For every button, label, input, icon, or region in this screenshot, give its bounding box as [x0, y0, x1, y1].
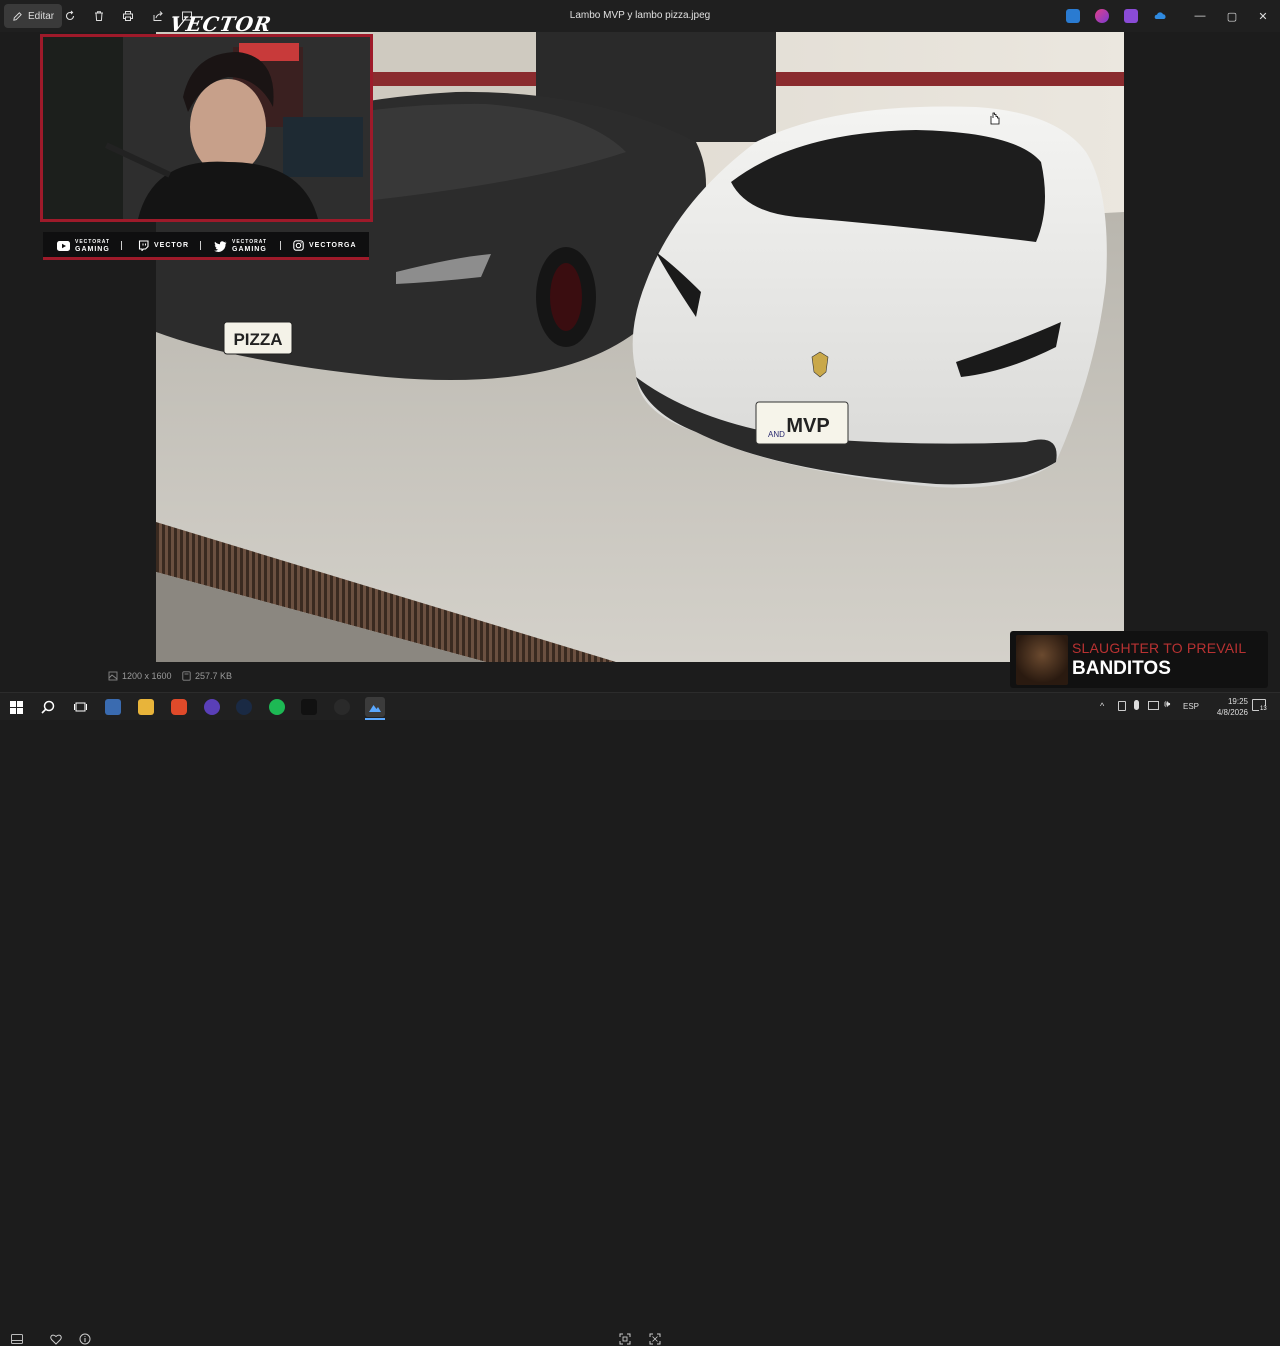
- channel-logo: VECTOR: [167, 12, 274, 36]
- start-windows-icon[interactable]: [8, 699, 24, 715]
- full-screen-icon[interactable]: [648, 1332, 662, 1346]
- print-icon[interactable]: [120, 8, 136, 24]
- app-icon-red-circle[interactable]: [334, 699, 350, 715]
- twitch-icon: [138, 240, 149, 251]
- social-youtube-line2: GAMING: [75, 246, 110, 253]
- social-instagram: VECTORGA: [293, 240, 357, 251]
- now-playing-track: BANDITOS: [1072, 658, 1171, 679]
- brave-browser-icon[interactable]: [171, 699, 187, 715]
- minimize-button[interactable]: —: [1190, 6, 1210, 26]
- fit-to-window-icon[interactable]: [618, 1332, 632, 1346]
- share-icon[interactable]: [150, 8, 166, 24]
- photos-app-icon[interactable]: [365, 697, 385, 717]
- image-dimensions-text: 1200 x 1600: [122, 671, 172, 681]
- maximize-button[interactable]: ▢: [1222, 6, 1242, 26]
- twitter-icon: [214, 240, 227, 252]
- social-twitch-label: VECTOR: [154, 242, 190, 249]
- search-icon[interactable]: [40, 699, 56, 715]
- plate-right-country: AND: [768, 430, 785, 439]
- social-twitter-line1: VECTORAT: [232, 239, 268, 245]
- now-playing-widget: SLAUGHTER TO PREVAIL BANDITOS: [1010, 631, 1268, 688]
- file-explorer-icon[interactable]: [138, 699, 154, 715]
- steam-icon[interactable]: [236, 699, 252, 715]
- youtube-icon: [57, 241, 70, 251]
- network-icon[interactable]: [1148, 701, 1159, 710]
- social-twitch: VECTOR: [138, 240, 189, 251]
- task-view-icon[interactable]: [72, 699, 88, 715]
- album-art: [1016, 635, 1068, 685]
- plate-right-text: MVP: [786, 415, 829, 437]
- app-icon-desktop[interactable]: [105, 699, 121, 715]
- pencil-icon: [13, 11, 22, 21]
- social-instagram-label: VECTORGA: [309, 242, 357, 249]
- microphone-icon[interactable]: [1134, 700, 1139, 710]
- social-bar: VECTORAT GAMING VECTOR VECTORAT GAMING V…: [43, 232, 369, 260]
- language-indicator[interactable]: ESP: [1183, 702, 1199, 711]
- cloud-icon[interactable]: [1153, 9, 1167, 23]
- image-dimensions: 1200 x 1600: [108, 671, 172, 681]
- close-button[interactable]: ✕: [1253, 6, 1273, 26]
- copilot-icon[interactable]: [1095, 9, 1109, 23]
- clock-time: 19:25: [1227, 697, 1248, 706]
- spotify-icon[interactable]: [269, 699, 285, 715]
- info-icon[interactable]: [78, 1332, 92, 1346]
- rotate-icon[interactable]: [62, 8, 78, 24]
- social-youtube-line1: VECTORAT: [75, 239, 111, 245]
- app-icon-dark[interactable]: [301, 699, 317, 715]
- social-twitter-line2: GAMING: [232, 246, 267, 253]
- edit-button[interactable]: Editar: [4, 4, 63, 28]
- taskbar: ^ 🕪 ESP 19:25 4/8/2026 13: [0, 692, 1280, 720]
- image-size-icon: [108, 671, 118, 681]
- app-icon-circle[interactable]: [204, 699, 220, 715]
- volume-icon[interactable]: 🕪: [1164, 699, 1170, 710]
- notification-count: 13: [1259, 706, 1268, 712]
- favorite-heart-icon[interactable]: [49, 1332, 63, 1346]
- now-playing-artist: SLAUGHTER TO PREVAIL: [1072, 640, 1247, 656]
- file-size-text: 257.7 KB: [195, 671, 233, 681]
- social-twitter: VECTORAT GAMING: [214, 239, 267, 253]
- app-icon-blue[interactable]: [1066, 9, 1080, 23]
- edit-button-label: Editar: [28, 10, 55, 22]
- webcam-overlay: [40, 34, 373, 222]
- tray-overflow-icon[interactable]: ^: [1100, 701, 1104, 711]
- social-youtube: VECTORAT GAMING: [57, 239, 110, 253]
- plate-left-text: PIZZA: [233, 330, 282, 349]
- app-icon-purple[interactable]: [1124, 9, 1138, 23]
- clock-date: 4/8/2026: [1216, 708, 1248, 717]
- filmstrip-icon[interactable]: [10, 1332, 24, 1346]
- system-clock[interactable]: 19:25 4/8/2026: [1217, 696, 1248, 718]
- disk-icon: [182, 671, 191, 681]
- instagram-icon: [293, 240, 304, 251]
- tray-device-icon[interactable]: [1118, 701, 1126, 711]
- delete-icon[interactable]: [91, 8, 107, 24]
- file-size: 257.7 KB: [182, 671, 232, 681]
